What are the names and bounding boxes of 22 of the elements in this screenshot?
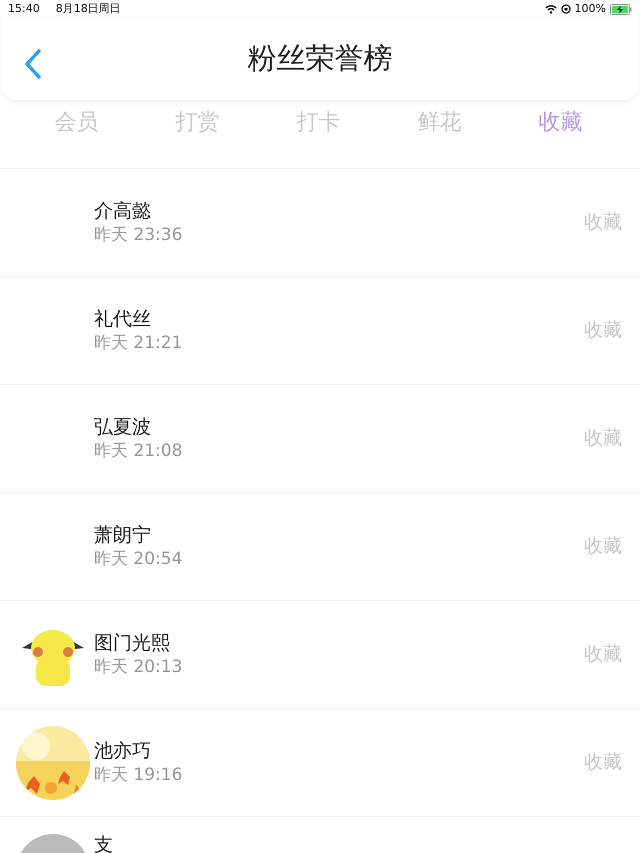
battery-charging-icon bbox=[610, 4, 632, 14]
fan-time: 昨天 20:13 bbox=[94, 656, 182, 678]
fan-time: 昨天 21:08 bbox=[94, 440, 182, 462]
fan-name: 介高懿 bbox=[94, 198, 152, 222]
fan-time: 昨天 20:54 bbox=[94, 548, 182, 570]
page-title: 粉丝荣誉榜 bbox=[248, 40, 392, 78]
fan-name: 支 bbox=[94, 833, 113, 853]
fan-time: 昨天 19:16 bbox=[94, 764, 182, 786]
status-date: 8月18日周日 bbox=[56, 0, 121, 17]
wifi-icon bbox=[544, 4, 557, 14]
fan-name: 萧朗宁 bbox=[94, 522, 152, 546]
lock-rotation-icon bbox=[560, 4, 571, 14]
fan-name: 池亦巧 bbox=[94, 738, 152, 762]
fan-name: 图门光熙 bbox=[94, 630, 171, 654]
fan-name: 礼代丝 bbox=[94, 306, 152, 330]
battery-percent: 100% bbox=[574, 0, 606, 17]
fan-time: 昨天 23:36 bbox=[94, 224, 182, 246]
tab[interactable]: 收藏 bbox=[500, 106, 621, 139]
status-time: 15:40 bbox=[8, 0, 40, 17]
fan-name: 弘夏波 bbox=[94, 414, 152, 438]
back-icon[interactable] bbox=[24, 48, 42, 80]
fan-time: 昨天 21:21 bbox=[94, 332, 182, 354]
